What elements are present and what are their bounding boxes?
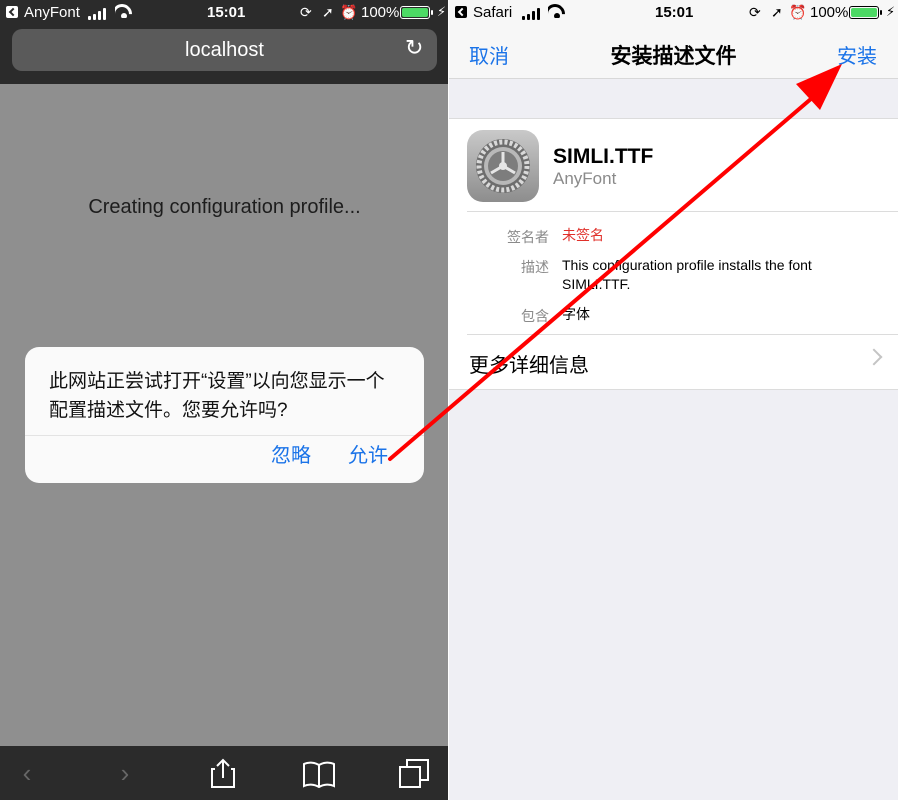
- forward-arrow-icon[interactable]: ›: [110, 758, 140, 788]
- card-divider: [467, 334, 898, 335]
- lock-rotation-icon: ⟳: [749, 4, 761, 20]
- status-bar: AnyFont 15:01 ⟳ ➚ ⏰ 100% ⚡: [0, 0, 449, 26]
- address-text: localhost: [185, 39, 264, 61]
- description-label: 描述: [521, 259, 549, 275]
- signer-value: 未签名: [562, 227, 604, 243]
- profile-source: AnyFont: [553, 169, 617, 188]
- lock-rotation-icon: ⟳: [300, 4, 312, 20]
- page-title: 安装描述文件: [610, 45, 737, 68]
- share-icon[interactable]: [210, 758, 236, 788]
- browser-toolbar: ‹ ›: [0, 746, 449, 800]
- battery-percent: 100%: [810, 4, 849, 21]
- dialog-divider: [25, 435, 424, 436]
- left-phone-screen: AnyFont 15:01 ⟳ ➚ ⏰ 100% ⚡ localhost ↻ C…: [0, 0, 449, 800]
- wifi-icon: [115, 4, 133, 18]
- dialog-message: 此网站正尝试打开“设置”以向您显示一个配置描述文件。您要允许吗?: [49, 371, 385, 421]
- reload-icon[interactable]: ↻: [405, 37, 425, 59]
- battery-icon: [849, 6, 882, 19]
- contains-label: 包含: [521, 308, 549, 324]
- charging-icon: ⚡: [437, 4, 447, 19]
- open-settings-dialog: 此网站正尝试打开“设置”以向您显示一个配置描述文件。您要允许吗? 忽略 允许: [25, 347, 424, 483]
- status-app-name: Safari: [473, 4, 513, 21]
- signal-icon: [88, 8, 110, 20]
- install-button[interactable]: 安装: [837, 40, 877, 69]
- allow-button[interactable]: 允许: [348, 439, 388, 468]
- status-app-name: AnyFont: [24, 4, 80, 21]
- ignore-button[interactable]: 忽略: [271, 439, 311, 468]
- location-icon: ➚: [322, 4, 334, 20]
- alarm-icon: ⏰: [340, 4, 358, 20]
- contains-value: 字体: [562, 306, 590, 322]
- location-icon: ➚: [771, 4, 783, 20]
- more-details-link[interactable]: 更多详细信息: [469, 349, 589, 378]
- creating-profile-text: Creating configuration profile...: [88, 196, 361, 218]
- navigation-bar: Safari 15:01 ⟳ ➚ ⏰ 100% ⚡ 取消 安装描述文件 安装: [449, 0, 898, 79]
- status-bar: Safari 15:01 ⟳ ➚ ⏰ 100% ⚡: [449, 0, 898, 26]
- description-value: This configuration profile installs the …: [562, 257, 812, 292]
- profile-card: SIMLI.TTF AnyFont 签名者 未签名 描述 This config…: [449, 118, 898, 390]
- battery-icon: [400, 6, 433, 19]
- gear-icon: [467, 130, 539, 202]
- battery-percent: 100%: [361, 4, 400, 21]
- back-icon[interactable]: [6, 6, 18, 18]
- charging-icon: ⚡: [886, 4, 896, 19]
- status-time: 15:01: [207, 4, 246, 21]
- back-icon[interactable]: [455, 6, 467, 18]
- bookmarks-icon[interactable]: [302, 760, 336, 789]
- card-divider: [467, 211, 898, 212]
- alarm-icon: ⏰: [789, 4, 807, 20]
- wifi-icon: [548, 4, 566, 18]
- tabs-icon[interactable]: [398, 758, 430, 788]
- signer-label: 签名者: [507, 229, 549, 245]
- chevron-right-icon[interactable]: [865, 348, 883, 366]
- status-time: 15:01: [655, 4, 694, 21]
- profile-name: SIMLI.TTF: [553, 145, 654, 168]
- browser-top-bar: AnyFont 15:01 ⟳ ➚ ⏰ 100% ⚡ localhost ↻: [0, 0, 449, 84]
- back-arrow-icon[interactable]: ‹: [12, 758, 42, 788]
- right-phone-screen: Safari 15:01 ⟳ ➚ ⏰ 100% ⚡ 取消 安装描述文件 安装 S…: [449, 0, 898, 800]
- signal-icon: [522, 8, 544, 20]
- address-bar[interactable]: localhost ↻: [12, 29, 437, 71]
